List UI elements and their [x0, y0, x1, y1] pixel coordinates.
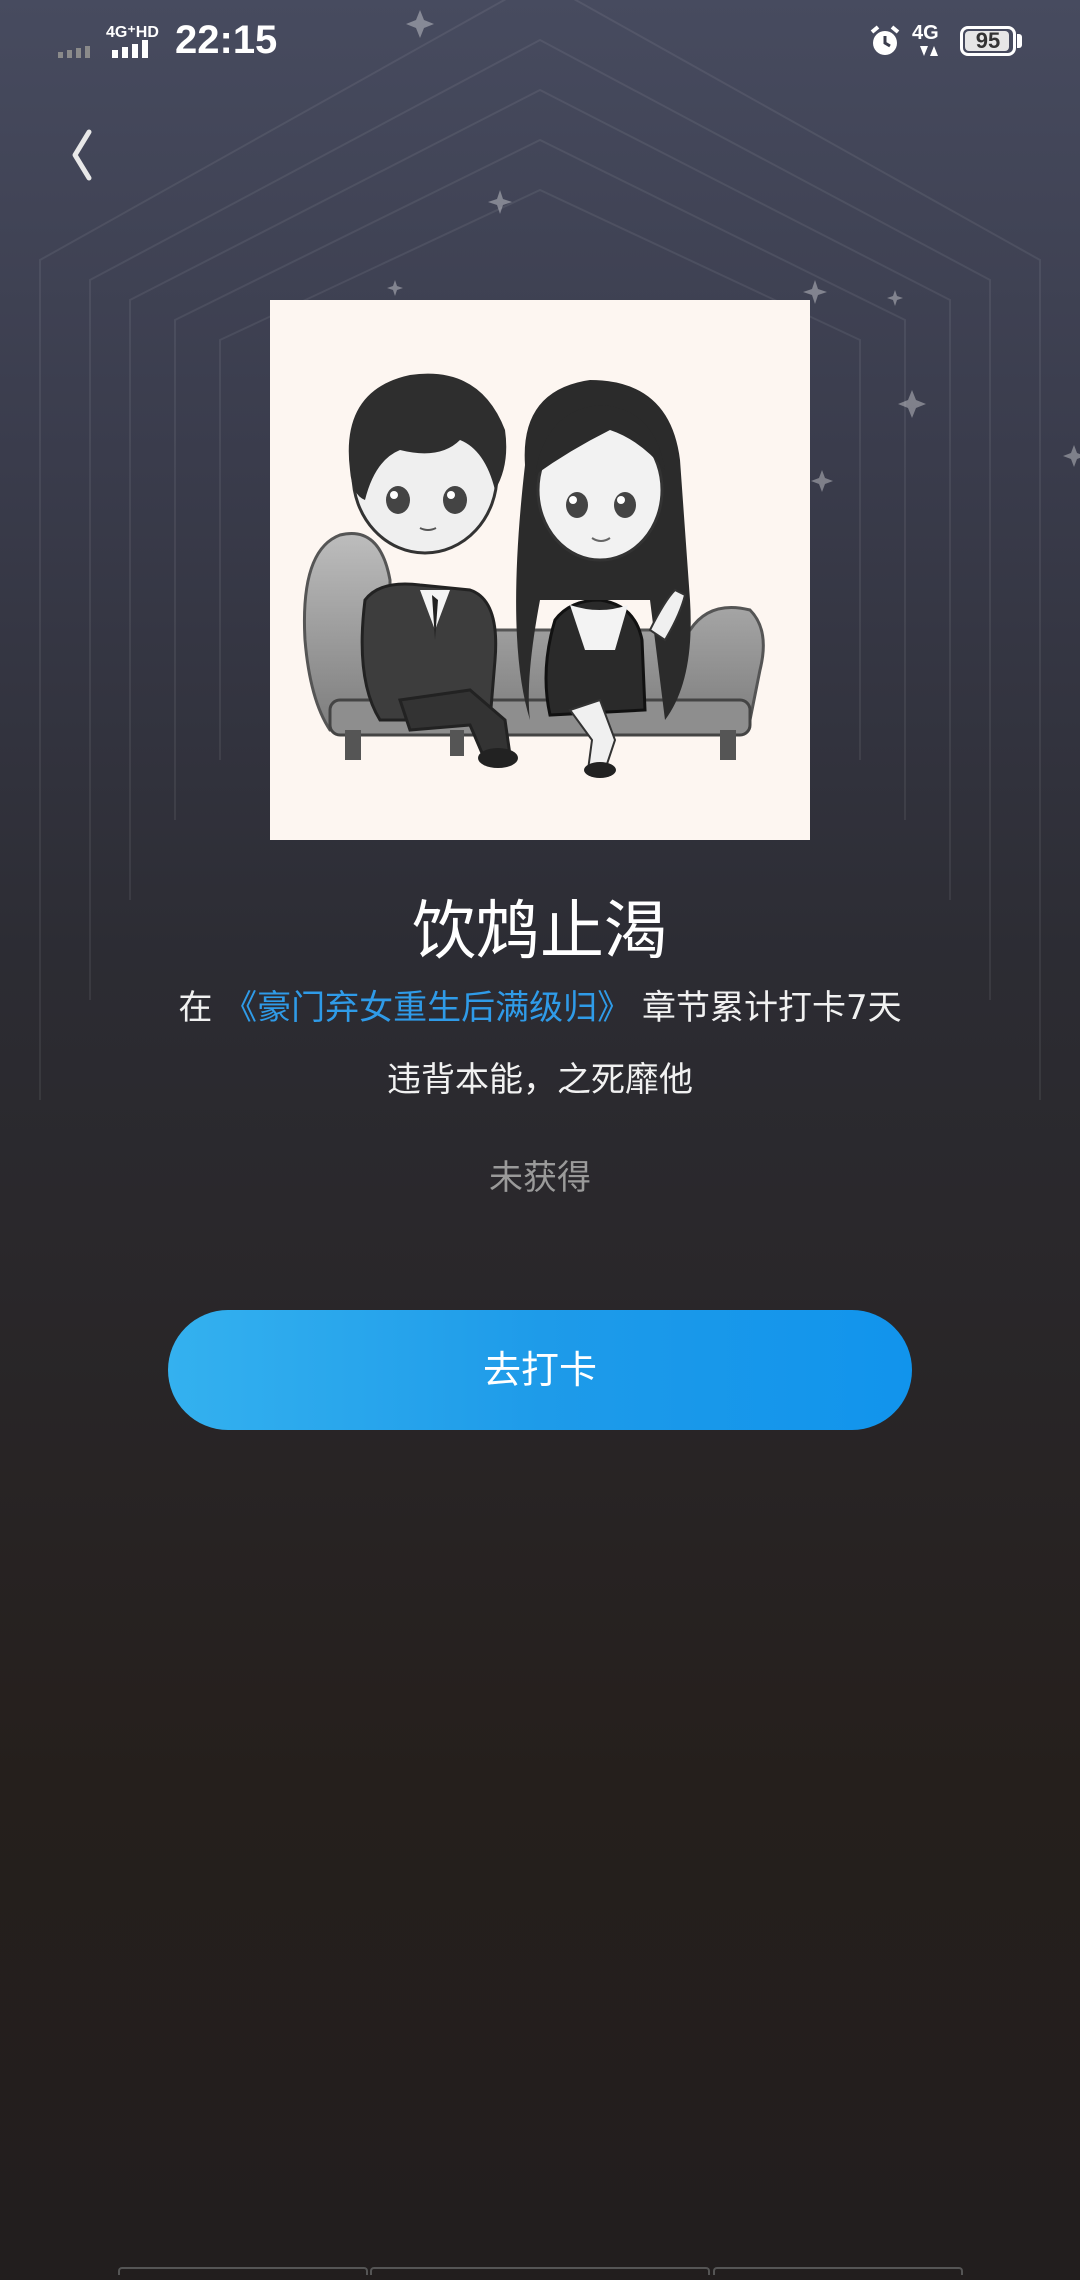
status-time: 22:15	[175, 18, 278, 62]
status-bar: 4G⁺HD 22:15 4G 95	[0, 0, 1080, 90]
network-type-left: 4G⁺HD	[106, 24, 159, 41]
back-button[interactable]	[55, 120, 115, 190]
desc-suffix: 章节累计打卡7天	[641, 988, 902, 1028]
signal-weak-icon	[58, 46, 90, 58]
signal-4g-icon	[112, 40, 148, 58]
checkin-button[interactable]: 去打卡	[168, 1310, 912, 1430]
battery-icon: 95	[960, 26, 1016, 56]
badge-title: 饮鸩止渴	[412, 895, 668, 969]
badge-image	[270, 300, 810, 840]
data-arrows-icon	[920, 46, 938, 56]
desc-prefix: 在	[178, 988, 213, 1028]
badge-description: 在 《豪门弃女重生后满级归》 章节累计打卡7天	[0, 980, 1080, 1029]
book-title-link[interactable]: 《豪门弃女重生后满级归》	[223, 988, 631, 1028]
battery-tip	[1017, 34, 1022, 48]
badge-quote: 违背本能，之死靡他	[387, 1060, 693, 1100]
battery-text: 95	[975, 28, 1001, 53]
couple-illustration	[302, 373, 765, 778]
network-type-right: 4G	[912, 22, 939, 44]
alarm-icon	[870, 25, 900, 55]
chevron-left-icon	[72, 129, 92, 181]
badge-status: 未获得	[489, 1158, 591, 1198]
nav-indicator-segment	[713, 2267, 963, 2275]
nav-indicator-segment	[370, 2267, 710, 2275]
nav-indicator-segment	[118, 2267, 368, 2275]
